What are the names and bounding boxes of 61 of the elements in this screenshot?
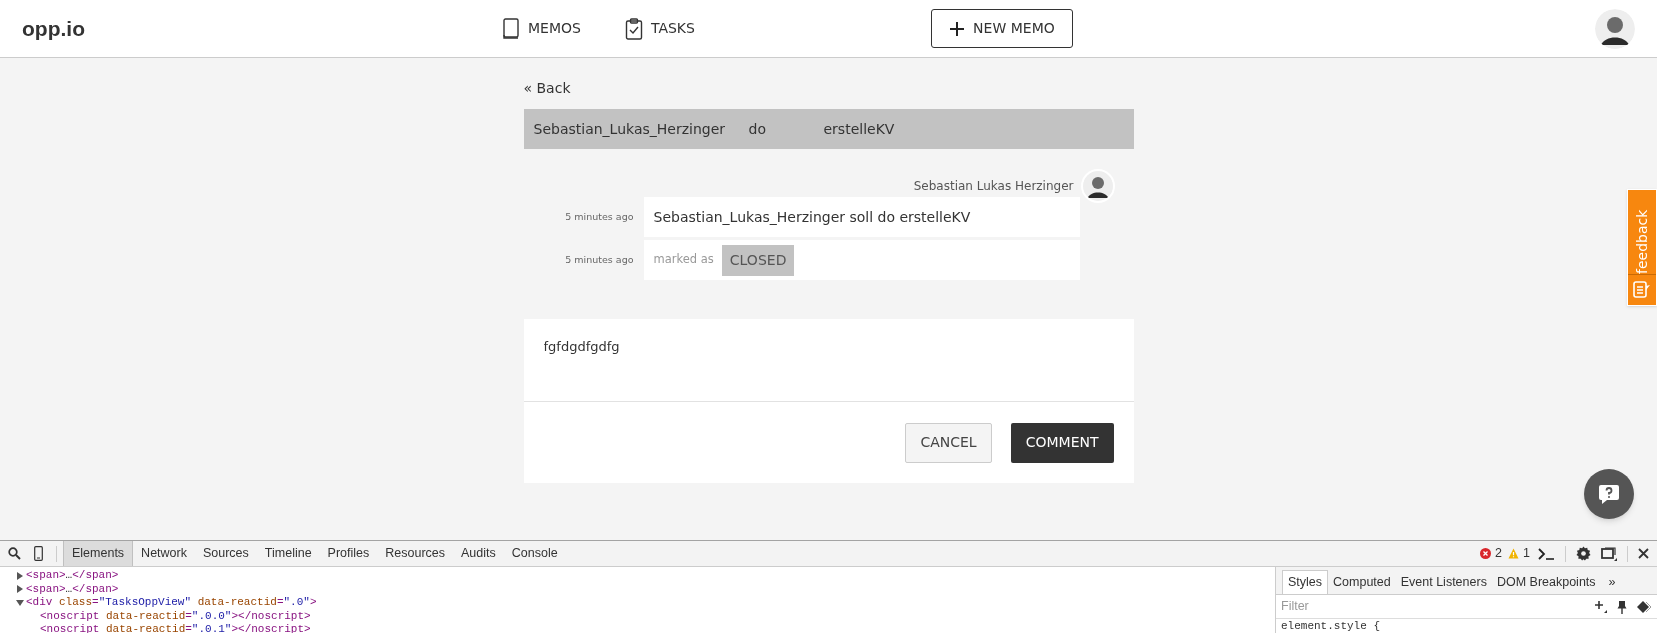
devtools-tab[interactable]: Resources [377,541,454,566]
user-avatar [1595,8,1635,49]
plus-icon [949,20,966,37]
devtools-tab[interactable]: Console [503,541,566,566]
collapse-triangle-icon[interactable] [16,598,24,607]
color-format-icon[interactable] [1637,600,1652,613]
devtools-tab[interactable]: Sources [194,541,257,566]
timestamp: 5 minutes ago [564,209,635,224]
filter-field[interactable]: Filter [1281,597,1594,616]
clipboard-check-icon [624,17,643,40]
comment-field[interactable]: fgfdgdfgdfg [523,319,1134,402]
logo[interactable]: opp.io [22,12,502,45]
comment-text-input[interactable]: fgfdgdfgdfg [543,337,1114,393]
status-tag: CLOSED [721,244,795,276]
dom-line[interactable]: <span>…</span> [26,569,119,583]
settings-icon[interactable] [1576,546,1591,561]
help-button[interactable] [1584,469,1634,519]
console-prompt-icon[interactable] [1538,547,1555,560]
marked-as-label: marked as [653,251,714,269]
sidebar-tab[interactable]: Computed [1328,570,1396,594]
dom-line[interactable]: <noscript data-reactid=".0.0"></noscript> [40,609,311,623]
sidebar-tab[interactable]: DOM Breakpoints [1491,570,1601,594]
warning-count: 1 [1523,545,1530,563]
task-field: Sebastian_Lukas_Herzinger [533,118,749,140]
timestamp: 5 minutes ago [564,252,635,267]
devtools-tab[interactable]: Timeline [256,541,320,566]
expand-triangle-icon[interactable] [16,571,24,580]
close-icon[interactable] [1638,548,1649,559]
mobile-device-icon[interactable] [34,546,43,561]
comment-button[interactable]: COMMENT [1010,422,1114,463]
author-avatar [1082,171,1113,201]
dock-icon[interactable] [1601,546,1617,561]
back-link[interactable]: « Back [523,78,1134,98]
style-rule: element.style { [1280,619,1382,633]
error-count: 2 [1495,545,1503,563]
new-memo-button[interactable]: NEW MEMO [930,9,1073,48]
task-field: erstelleKV [823,118,895,140]
task-field: do [748,118,824,140]
dom-line[interactable]: <div class="TasksOppView" data-reactid=".0"> [26,596,317,610]
add-rule-icon[interactable] [1594,600,1607,613]
book-icon [502,17,520,40]
nav-link[interactable]: MEMOS [502,17,581,40]
author-name: Sebastian Lukas Herzinger [913,178,1074,195]
search-icon[interactable] [8,547,21,560]
devtools-tab[interactable]: Network [133,541,195,566]
more-tabs-chevron[interactable]: » [1600,570,1624,594]
devtools-tab[interactable]: Audits [453,541,504,566]
help-chat-icon [1598,483,1620,505]
devtools-tab[interactable]: Profiles [319,541,378,566]
expand-triangle-icon[interactable] [16,585,24,594]
message-text: Sebastian_Lukas_Herzinger soll do erstelleKV [653,207,971,227]
cancel-button[interactable]: CANCEL [905,422,992,463]
sidebar-tab[interactable]: Styles [1282,570,1329,594]
note-icon [1633,280,1651,300]
devtools-tab[interactable]: Elements [63,541,134,566]
warning-icon [1508,548,1520,559]
nav-link[interactable]: TASKS [624,17,695,40]
sidebar-tab[interactable]: Event Listeners [1395,570,1492,594]
dom-line[interactable]: <span>…</span> [26,582,119,596]
pin-icon[interactable] [1617,599,1627,614]
error-icon [1480,548,1492,559]
